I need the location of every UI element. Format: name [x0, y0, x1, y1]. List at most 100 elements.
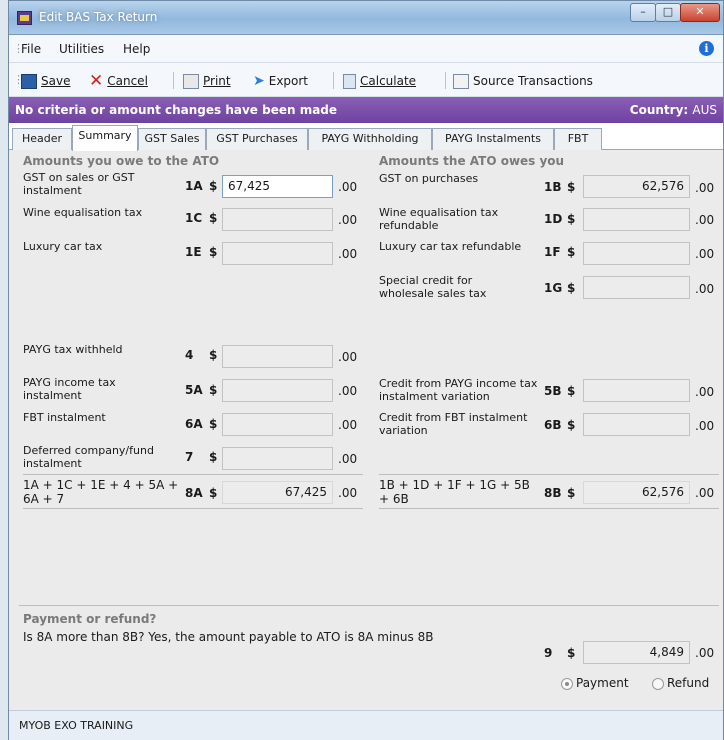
row-code: 6B — [544, 418, 562, 432]
row-code: 1B — [544, 180, 562, 194]
close-button[interactable]: ✕ — [680, 3, 720, 22]
currency-symbol: $ — [209, 211, 218, 225]
cents-suffix: .00 — [338, 350, 358, 364]
status-bar: MYOB EXO TRAINING — [9, 710, 723, 740]
row-code: 1D — [544, 212, 563, 226]
deferred-company-instalment-input[interactable] — [222, 447, 333, 470]
tab-payg-instalments[interactable]: PAYG Instalments — [432, 128, 554, 150]
toolbar-separator — [445, 72, 446, 89]
tab-fbt[interactable]: FBT — [554, 128, 602, 150]
save-icon — [21, 73, 37, 89]
menu-help[interactable]: Help — [123, 42, 150, 56]
total-8b-value: 62,576 — [583, 481, 690, 504]
luxury-car-tax-refundable-input[interactable] — [583, 242, 690, 265]
calculate-button[interactable]: Calculate — [343, 72, 416, 90]
source-transactions-label: Source Transactions — [473, 74, 593, 88]
menu-bar: ⋮ File Utilities Help i — [9, 35, 723, 63]
tab-summary[interactable]: Summary — [72, 125, 138, 151]
refund-radio[interactable] — [652, 678, 664, 690]
source-transactions-button[interactable]: Source Transactions — [453, 72, 593, 90]
tab-gst-purchases[interactable]: GST Purchases — [206, 128, 308, 150]
row-code: 1G — [544, 281, 563, 295]
export-button[interactable]: ➤ Export — [253, 72, 308, 90]
tab-header[interactable]: Header — [12, 128, 72, 150]
owed-section-title: Amounts the ATO owes you — [379, 154, 565, 168]
country-label: Country: — [629, 103, 689, 117]
gst-on-sales-input[interactable]: 67,425 — [222, 175, 333, 198]
row-label: GST on purchases — [379, 172, 479, 185]
row-label: PAYG income tax instalment — [23, 376, 116, 402]
menu-utilities[interactable]: Utilities — [59, 42, 104, 56]
row-label: Credit from PAYG income tax instalment v… — [379, 377, 538, 403]
maximize-button[interactable]: □ — [655, 3, 681, 22]
country-value: AUS — [692, 103, 717, 117]
export-label: Export — [268, 74, 309, 88]
row-code: 5A — [185, 383, 203, 397]
divider — [23, 508, 363, 509]
currency-symbol: $ — [567, 245, 576, 259]
divider — [19, 605, 719, 606]
row-code: 1C — [185, 211, 203, 225]
payment-radio[interactable] — [561, 678, 573, 690]
divider — [23, 474, 363, 475]
row-label: FBT instalment — [23, 411, 106, 424]
row-code: 8B — [544, 486, 562, 500]
currency-symbol: $ — [567, 418, 576, 432]
cents-suffix: .00 — [695, 247, 715, 261]
toolbar-separator — [173, 72, 174, 89]
row-label: GST on sales or GST instalment — [23, 171, 135, 197]
row-label: Wine equalisation tax — [23, 206, 143, 219]
luxury-car-tax-input[interactable] — [222, 242, 333, 265]
cents-suffix: .00 — [338, 418, 358, 432]
print-button[interactable]: Print — [183, 72, 231, 90]
tab-gst-sales[interactable]: GST Sales — [138, 128, 206, 150]
row-code: 6A — [185, 417, 203, 431]
gst-on-purchases-input[interactable]: 62,576 — [583, 175, 690, 198]
credit-payg-variation-input[interactable] — [583, 379, 690, 402]
wine-equalisation-tax-input[interactable] — [222, 208, 333, 231]
row-label: PAYG tax withheld — [23, 343, 123, 356]
currency-symbol: $ — [209, 245, 218, 259]
row-code: 7 — [185, 450, 194, 464]
total-formula: 1B + 1D + 1F + 1G + 5B + 6B — [379, 478, 530, 506]
special-credit-wholesale-input[interactable] — [583, 276, 690, 299]
currency-symbol: $ — [209, 450, 218, 464]
cents-suffix: .00 — [695, 486, 715, 500]
currency-symbol: $ — [567, 180, 576, 194]
cents-suffix: .00 — [338, 247, 358, 261]
cancel-button[interactable]: ✕ Cancel — [89, 72, 148, 90]
window-title: Edit BAS Tax Return — [39, 10, 158, 24]
payg-income-tax-instalment-input[interactable] — [222, 379, 333, 402]
wine-equalisation-refundable-input[interactable] — [583, 208, 690, 231]
payg-tax-withheld-input[interactable] — [222, 345, 333, 368]
minimize-button[interactable]: – — [630, 3, 656, 22]
print-icon — [183, 73, 199, 89]
menu-file[interactable]: File — [21, 42, 41, 56]
currency-symbol: $ — [567, 646, 576, 660]
calculator-icon — [343, 73, 356, 89]
payment-radio-label: Payment — [576, 676, 629, 690]
credit-fbt-variation-input[interactable] — [583, 413, 690, 436]
summary-panel: Amounts you owe to the ATO Amounts the A… — [9, 150, 723, 710]
row-code: 4 — [185, 348, 194, 362]
cents-suffix: .00 — [338, 384, 358, 398]
cents-suffix: .00 — [695, 385, 715, 399]
cents-suffix: .00 — [338, 180, 358, 194]
bas-window: Edit BAS Tax Return – □ ✕ ⋮ File Utiliti… — [8, 0, 724, 740]
toolbar-separator — [333, 72, 334, 89]
row-label: Wine equalisation tax refundable — [379, 206, 499, 232]
info-icon[interactable]: i — [699, 41, 714, 56]
banner-message: No criteria or amount changes have been … — [15, 103, 338, 117]
fbt-instalment-input[interactable] — [222, 413, 333, 436]
payment-section-title: Payment or refund? — [23, 612, 157, 626]
tab-payg-withholding[interactable]: PAYG Withholding — [308, 128, 432, 150]
row-label: Credit from FBT instalment variation — [379, 411, 528, 437]
refund-radio-label: Refund — [667, 676, 710, 690]
currency-symbol: $ — [209, 348, 218, 362]
currency-symbol: $ — [209, 417, 218, 431]
row-label: Special credit for wholesale sales tax — [379, 274, 487, 300]
currency-symbol: $ — [209, 486, 218, 500]
row-label: Deferred company/fund instalment — [23, 444, 154, 470]
cents-suffix: .00 — [338, 213, 358, 227]
save-button[interactable]: Save — [21, 72, 70, 90]
